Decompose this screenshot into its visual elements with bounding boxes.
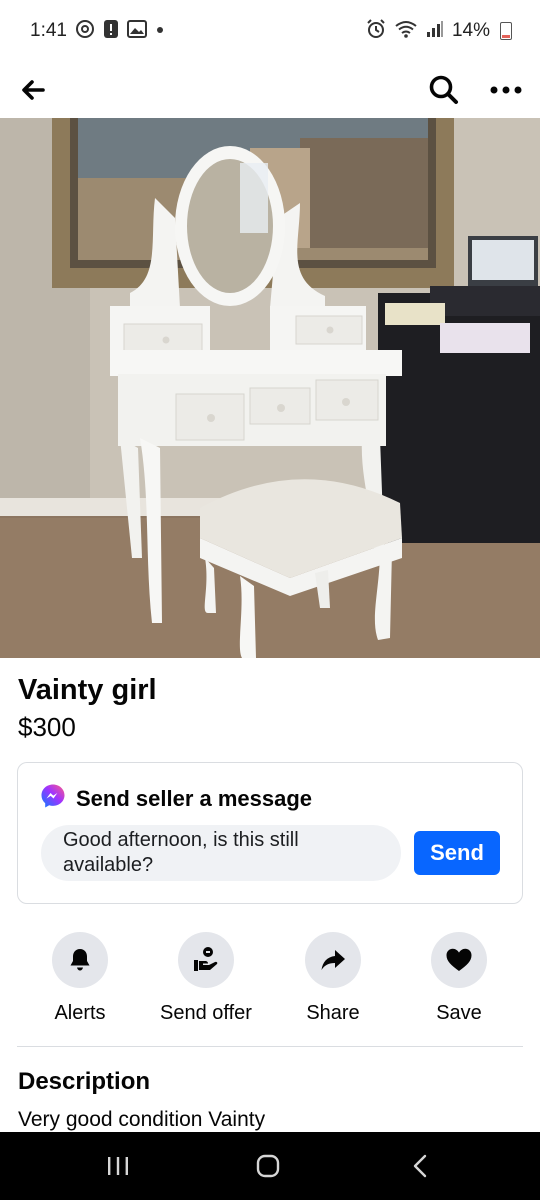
message-input[interactable]: Good afternoon, is this still available? xyxy=(41,825,401,881)
messenger-icon xyxy=(40,783,66,814)
alerts-button[interactable]: Alerts xyxy=(15,932,145,1025)
description-heading: Description xyxy=(18,1068,151,1095)
alarm-icon xyxy=(366,18,386,44)
bell-icon[interactable] xyxy=(52,932,108,988)
send-offer-label: Send offer xyxy=(160,1002,252,1024)
message-card: Send seller a message Good afternoon, is… xyxy=(17,762,523,904)
home-icon[interactable] xyxy=(236,1132,300,1200)
top-nav xyxy=(0,62,540,118)
offer-icon[interactable] xyxy=(178,932,234,988)
divider xyxy=(17,1046,523,1047)
back-arrow-icon[interactable] xyxy=(18,75,48,105)
send-button[interactable]: Send xyxy=(414,831,500,875)
listing-photo-illustration xyxy=(0,118,540,658)
heart-icon[interactable] xyxy=(431,932,487,988)
alerts-label: Alerts xyxy=(54,1002,106,1024)
battery-icon xyxy=(500,22,512,40)
wifi-icon xyxy=(394,19,418,44)
save-button[interactable]: Save xyxy=(394,932,524,1025)
image-icon xyxy=(126,19,147,44)
status-time: 1:41 xyxy=(30,20,67,41)
more-icon[interactable] xyxy=(490,85,522,95)
share-button[interactable]: Share xyxy=(268,932,398,1025)
nav-actions xyxy=(428,74,522,106)
share-icon[interactable] xyxy=(305,932,361,988)
alert-icon xyxy=(103,19,119,44)
status-bar: 1:41 14% xyxy=(0,0,540,62)
battery-percent: 14% xyxy=(451,20,490,41)
signal-icon xyxy=(426,20,444,43)
back-nav-icon[interactable] xyxy=(388,1132,452,1200)
description-text: Very good condition Vainty xyxy=(18,1108,266,1131)
listing-price: $300 xyxy=(18,712,76,742)
message-card-header: Send seller a message xyxy=(40,783,312,814)
status-right: 14% xyxy=(366,18,512,44)
send-offer-button[interactable]: Send offer xyxy=(141,932,271,1025)
share-label: Share xyxy=(306,1002,360,1024)
status-left: 1:41 xyxy=(30,19,165,44)
dot-icon xyxy=(155,19,165,44)
recent-apps-icon[interactable] xyxy=(86,1132,150,1200)
search-icon[interactable] xyxy=(428,74,460,106)
save-label: Save xyxy=(436,1002,482,1024)
listing-title: Vainty girl xyxy=(18,674,157,706)
action-row: Alerts Send offer Share Save xyxy=(0,932,540,1032)
threads-icon xyxy=(75,19,95,44)
listing-photo[interactable] xyxy=(0,118,540,658)
message-card-title: Send seller a message xyxy=(76,785,313,811)
system-nav-bar xyxy=(0,1132,540,1200)
